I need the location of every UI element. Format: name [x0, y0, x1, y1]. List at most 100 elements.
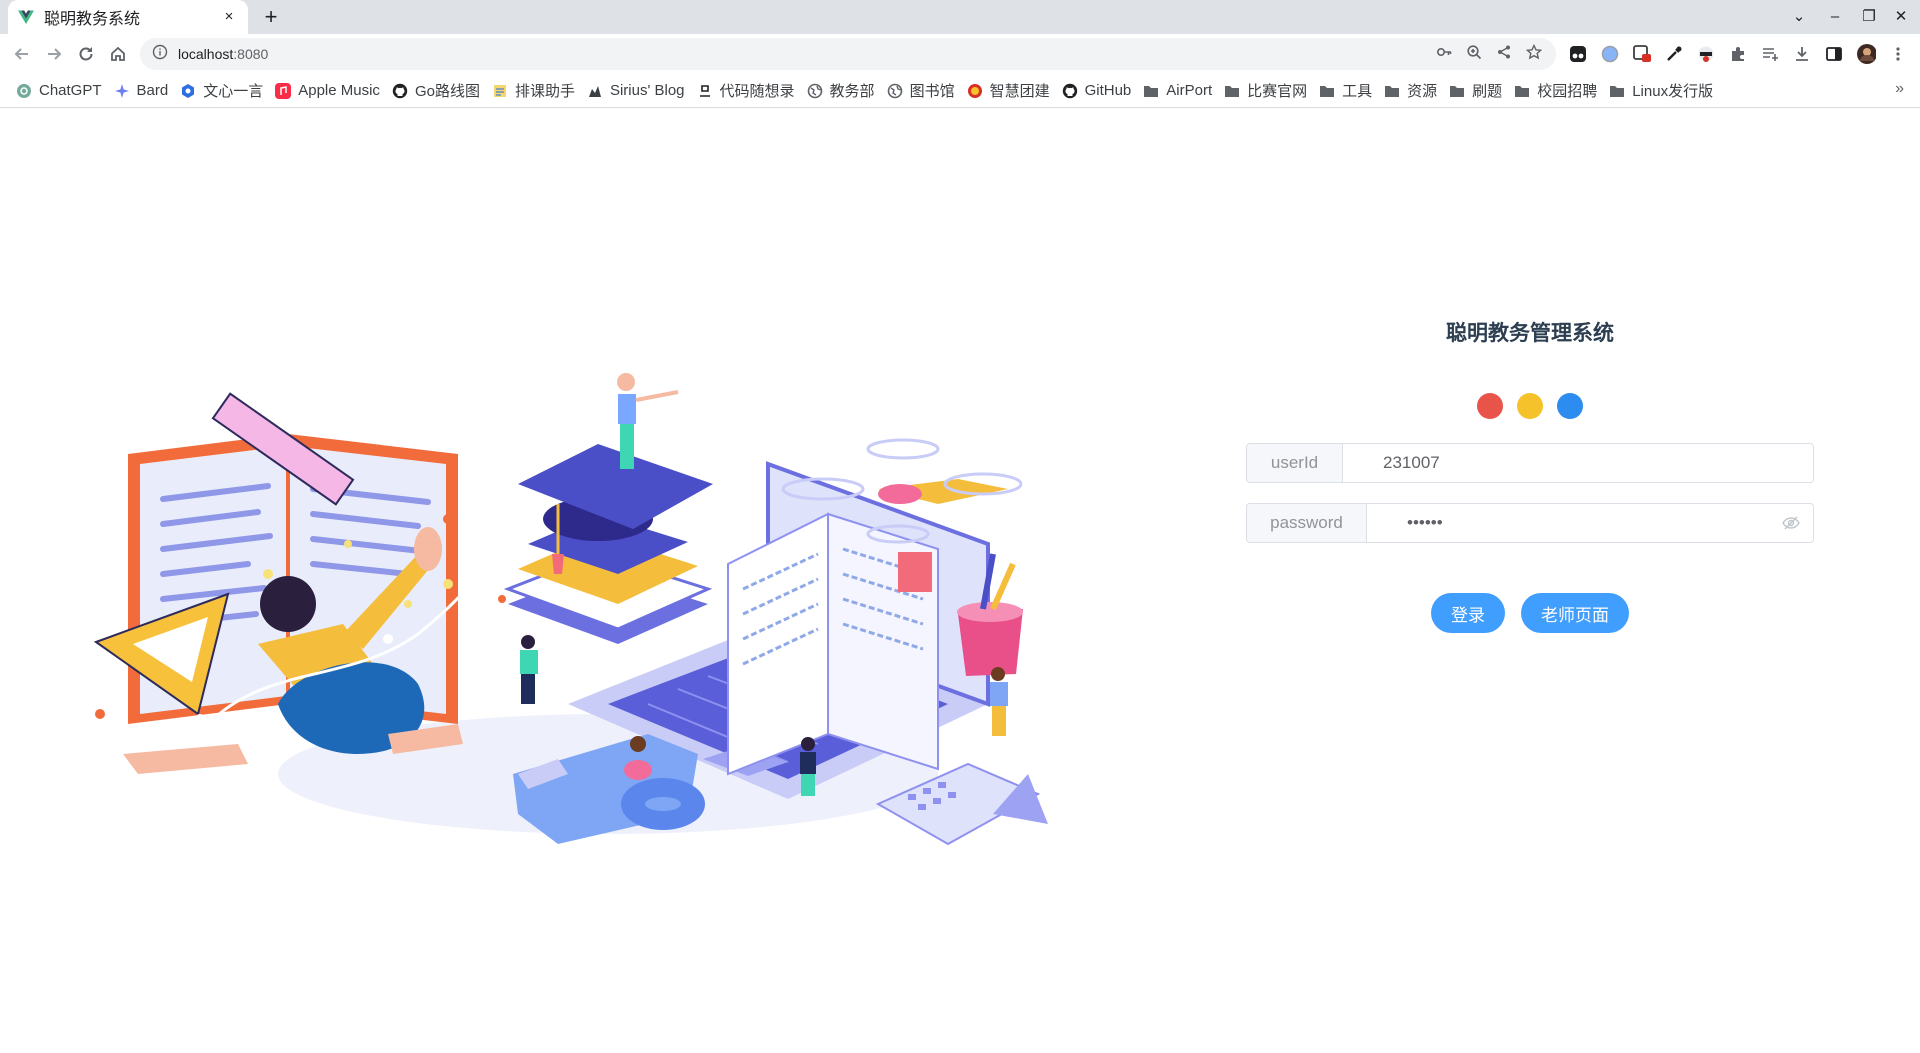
bookmark-label: 代码随想录: [719, 83, 795, 100]
globe-icon: [807, 83, 823, 99]
bard-icon: [114, 83, 130, 99]
bookmark-item[interactable]: 智慧团建: [963, 78, 1058, 104]
bookmark-label: 比赛官网: [1247, 83, 1308, 100]
bookmark-label: 图书馆: [909, 83, 955, 100]
extensions-puzzle-icon[interactable]: [1728, 44, 1748, 64]
browser-tab[interactable]: 聪明教务系统 ×: [8, 0, 248, 34]
bookmark-item[interactable]: 图书馆: [883, 78, 963, 104]
bookmark-item[interactable]: AirPort: [1139, 78, 1220, 104]
bookmark-item[interactable]: 文心一言: [176, 78, 271, 104]
reading-list-icon[interactable]: [1760, 44, 1780, 64]
bookmark-label: 工具: [1342, 83, 1373, 100]
window-close-icon[interactable]: ✕: [1890, 6, 1912, 28]
bookmark-label: 资源: [1407, 83, 1438, 100]
new-tab-button[interactable]: +: [258, 4, 284, 30]
bookmark-item[interactable]: Sirius' Blog: [583, 78, 693, 104]
more-bookmarks-button[interactable]: »: [1895, 80, 1904, 98]
education-illustration: [88, 304, 1048, 864]
teacher-page-button[interactable]: 老师页面: [1521, 593, 1629, 633]
bookmark-item[interactable]: GitHub: [1058, 78, 1140, 104]
bookmark-item[interactable]: 资源: [1380, 78, 1445, 104]
blue-dot: [1557, 393, 1583, 419]
forward-icon[interactable]: [42, 42, 66, 66]
password-key-icon[interactable]: [1436, 44, 1452, 65]
userid-input[interactable]: [1343, 444, 1813, 482]
password-input[interactable]: [1367, 504, 1769, 542]
browser-menu-icon[interactable]: [1888, 44, 1908, 64]
bookmark-item[interactable]: Go路线图: [388, 78, 488, 104]
bookmark-item[interactable]: Apple Music: [271, 78, 388, 104]
folder-icon: [1384, 83, 1400, 99]
extension-circle-icon[interactable]: [1600, 44, 1620, 64]
bookmark-item[interactable]: ChatGPT: [12, 78, 110, 104]
schedule-icon: [492, 83, 508, 99]
bookmark-item[interactable]: 工具: [1315, 78, 1380, 104]
password-label: password: [1247, 504, 1367, 542]
tab-search-icon[interactable]: ⌄: [1788, 6, 1810, 28]
login-page: 聪明教务管理系统 userId password 登录 老师页面: [0, 109, 1920, 1053]
bookmark-item[interactable]: 校园招聘: [1510, 78, 1605, 104]
ernie-icon: [180, 83, 196, 99]
bookmark-label: 教务部: [829, 83, 875, 100]
hide-password-icon[interactable]: [1769, 504, 1813, 542]
bookmark-label: 排课助手: [514, 83, 575, 100]
bookmark-label: Bard: [136, 82, 169, 99]
url-text: localhost:8080: [178, 46, 268, 62]
extension-reader-icon[interactable]: [1632, 44, 1652, 64]
yellow-dot: [1517, 393, 1543, 419]
apple-music-icon: [275, 82, 292, 99]
bookmark-star-icon[interactable]: [1525, 43, 1543, 65]
bookmark-item[interactable]: 刷题: [1445, 78, 1510, 104]
address-bar[interactable]: localhost:8080: [140, 38, 1556, 70]
bookmark-item[interactable]: 排课助手: [488, 78, 583, 104]
bookmark-label: 文心一言: [203, 83, 264, 100]
tab-close-icon[interactable]: ×: [220, 8, 238, 26]
bookmark-label: Sirius' Blog: [609, 82, 685, 99]
site-info-icon[interactable]: [152, 44, 168, 65]
reload-icon[interactable]: [74, 42, 98, 66]
home-icon[interactable]: [106, 42, 130, 66]
extension-avatar-icon[interactable]: [1696, 44, 1716, 64]
login-button[interactable]: 登录: [1431, 593, 1505, 633]
bookmark-label: 校园招聘: [1537, 83, 1598, 100]
red-dot: [1477, 393, 1503, 419]
tab-title: 聪明教务系统: [44, 11, 141, 28]
bookmark-item[interactable]: 比赛官网: [1220, 78, 1315, 104]
minimize-icon[interactable]: –: [1824, 6, 1846, 28]
login-title: 聪明教务管理系统: [1446, 322, 1614, 345]
bookmark-label: Go路线图: [414, 83, 480, 100]
share-icon[interactable]: [1496, 44, 1512, 65]
url-host: localhost: [178, 46, 234, 62]
action-buttons: 登录 老师页面: [1246, 593, 1814, 633]
bookmark-item[interactable]: Bard: [110, 78, 177, 104]
userid-label: userId: [1247, 444, 1343, 482]
back-icon[interactable]: [10, 42, 34, 66]
profile-avatar-icon[interactable]: [1856, 44, 1876, 64]
userid-field: userId: [1246, 443, 1814, 483]
restore-icon[interactable]: ❐: [1858, 6, 1880, 28]
github-icon: [392, 83, 408, 99]
bookmark-label: 智慧团建: [989, 83, 1050, 100]
folder-icon: [1319, 83, 1335, 99]
extension-eyedropper-icon[interactable]: [1664, 44, 1684, 64]
bookmark-item[interactable]: 代码随想录: [693, 78, 803, 104]
download-icon[interactable]: [1792, 44, 1812, 64]
color-dots: [1246, 393, 1814, 419]
bookmark-item[interactable]: 教务部: [803, 78, 883, 104]
side-panel-icon[interactable]: [1824, 44, 1844, 64]
folder-icon: [1514, 83, 1530, 99]
folder-icon: [1224, 83, 1240, 99]
browser-toolbar: localhost:8080: [0, 34, 1920, 74]
tab-strip: 聪明教务系统 × + ⌄ – ❐ ✕: [0, 0, 1920, 34]
password-field: password: [1246, 503, 1814, 543]
folder-icon: [1449, 83, 1465, 99]
bookmark-label: Apple Music: [298, 82, 380, 99]
bookmarks-bar: ChatGPT Bard 文心一言 Apple Music Go路线图 排课助手 Siriu…: [0, 74, 1920, 108]
zoom-icon[interactable]: [1466, 44, 1482, 65]
bookmark-item[interactable]: Linux发行版: [1605, 78, 1721, 104]
login-panel: 聪明教务管理系统 userId password 登录 老师页面: [1246, 319, 1814, 633]
extension-tampermonkey-icon[interactable]: [1568, 44, 1588, 64]
folder-icon: [1143, 83, 1159, 99]
vue-logo-icon: [18, 9, 34, 25]
blog-icon: [587, 83, 603, 99]
